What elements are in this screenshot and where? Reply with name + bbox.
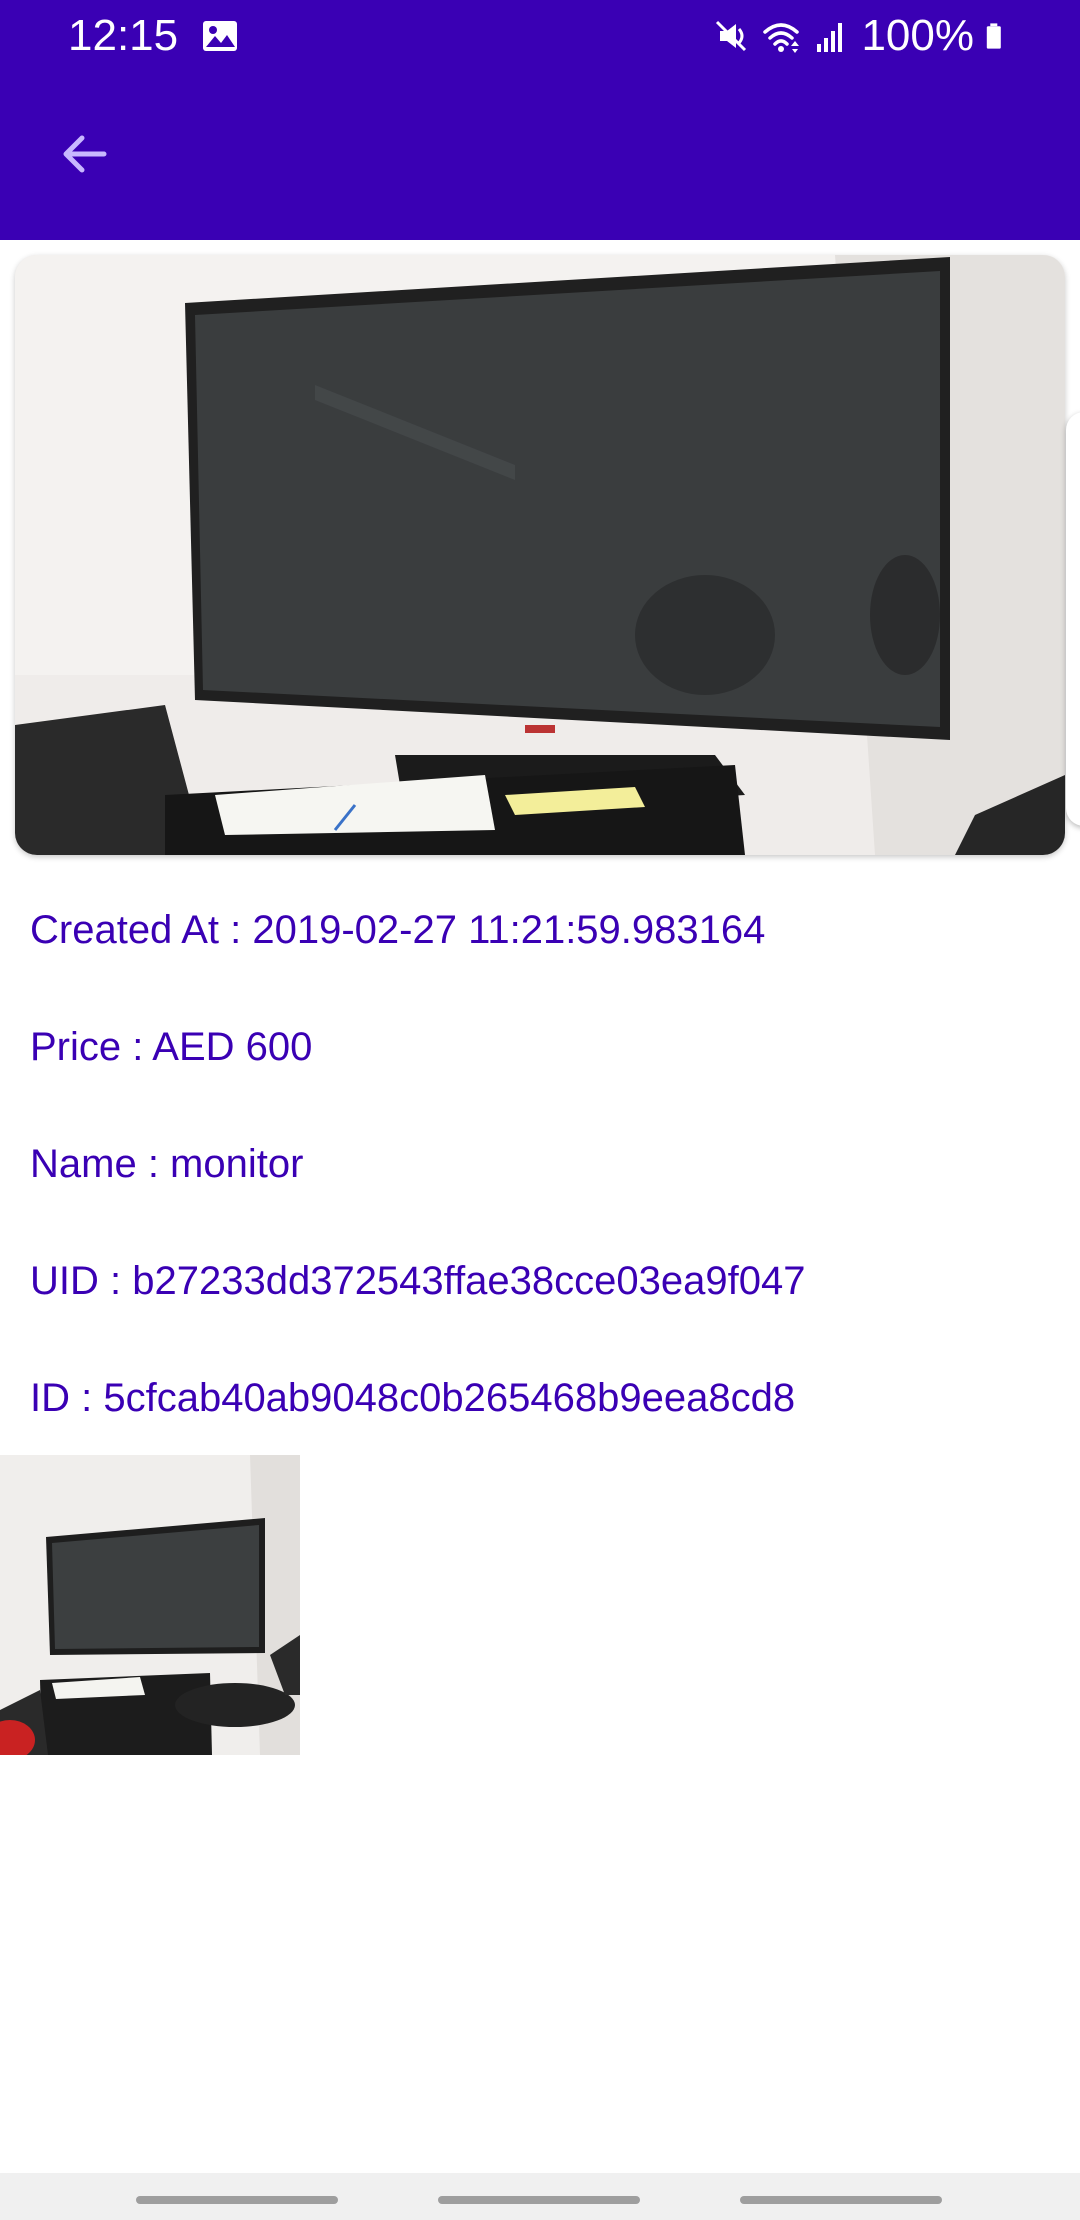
signal-icon xyxy=(817,23,843,52)
status-time: 12:15 xyxy=(68,11,179,60)
back-button[interactable] xyxy=(40,110,128,198)
battery-icon xyxy=(986,23,1001,49)
status-bar: 12:15 100% xyxy=(0,0,1080,72)
mute-icon xyxy=(716,20,747,52)
product-thumbnail[interactable] xyxy=(0,1455,300,1755)
status-icons: 100% xyxy=(711,10,1012,62)
nav-back-button[interactable] xyxy=(740,2196,942,2204)
battery-percent: 100% xyxy=(861,11,974,60)
app-bar: 12:15 100% xyxy=(0,0,1080,240)
tv-photo xyxy=(15,255,1065,855)
wifi-icon xyxy=(763,23,800,53)
product-image-card[interactable] xyxy=(15,255,1065,855)
tv-thumbnail-photo xyxy=(0,1455,300,1755)
nav-recents-button[interactable] xyxy=(136,2196,338,2204)
price-text: Price : AED 600 xyxy=(30,1025,313,1069)
arrow-back-icon xyxy=(63,135,107,173)
gallery-icon xyxy=(203,21,237,51)
uid-text: UID : b27233dd372543ffae38cce03ea9f047 xyxy=(30,1259,806,1303)
system-navigation-bar xyxy=(0,2173,1080,2220)
product-details: Created At : 2019-02-27 11:21:59.983164 … xyxy=(30,895,1050,1480)
created-at-text: Created At : 2019-02-27 11:21:59.983164 xyxy=(30,908,766,952)
next-image-card-peek[interactable] xyxy=(1066,412,1080,826)
name-text: Name : monitor xyxy=(30,1142,304,1186)
nav-home-button[interactable] xyxy=(438,2196,640,2204)
